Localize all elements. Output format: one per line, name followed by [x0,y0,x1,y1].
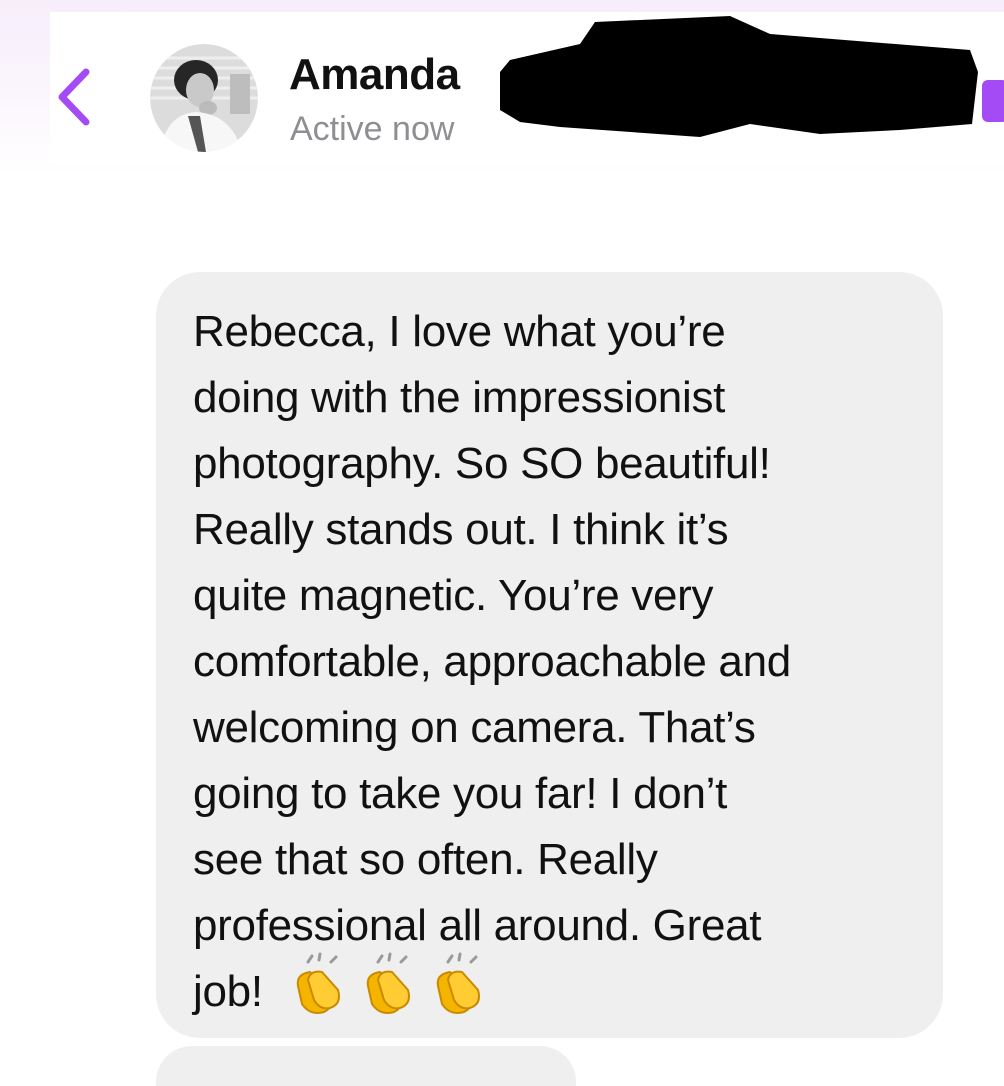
next-message-bubble [156,1046,576,1086]
back-button[interactable] [48,62,98,132]
header-action-button[interactable] [982,80,1004,122]
emoji-row [286,952,492,1018]
avatar[interactable] [150,44,258,152]
redaction-mark [500,16,978,137]
contact-name[interactable]: Amanda [289,50,460,100]
active-status: Active now [290,110,455,148]
clapping-hands-icon [366,952,410,1014]
message-text: Rebecca, I love what you’re doing with t… [193,307,791,1016]
clapping-hands-icon [436,952,480,1014]
chevron-left-icon [58,68,90,126]
profile-photo [150,44,258,152]
clapping-hands-icon [296,952,340,1014]
